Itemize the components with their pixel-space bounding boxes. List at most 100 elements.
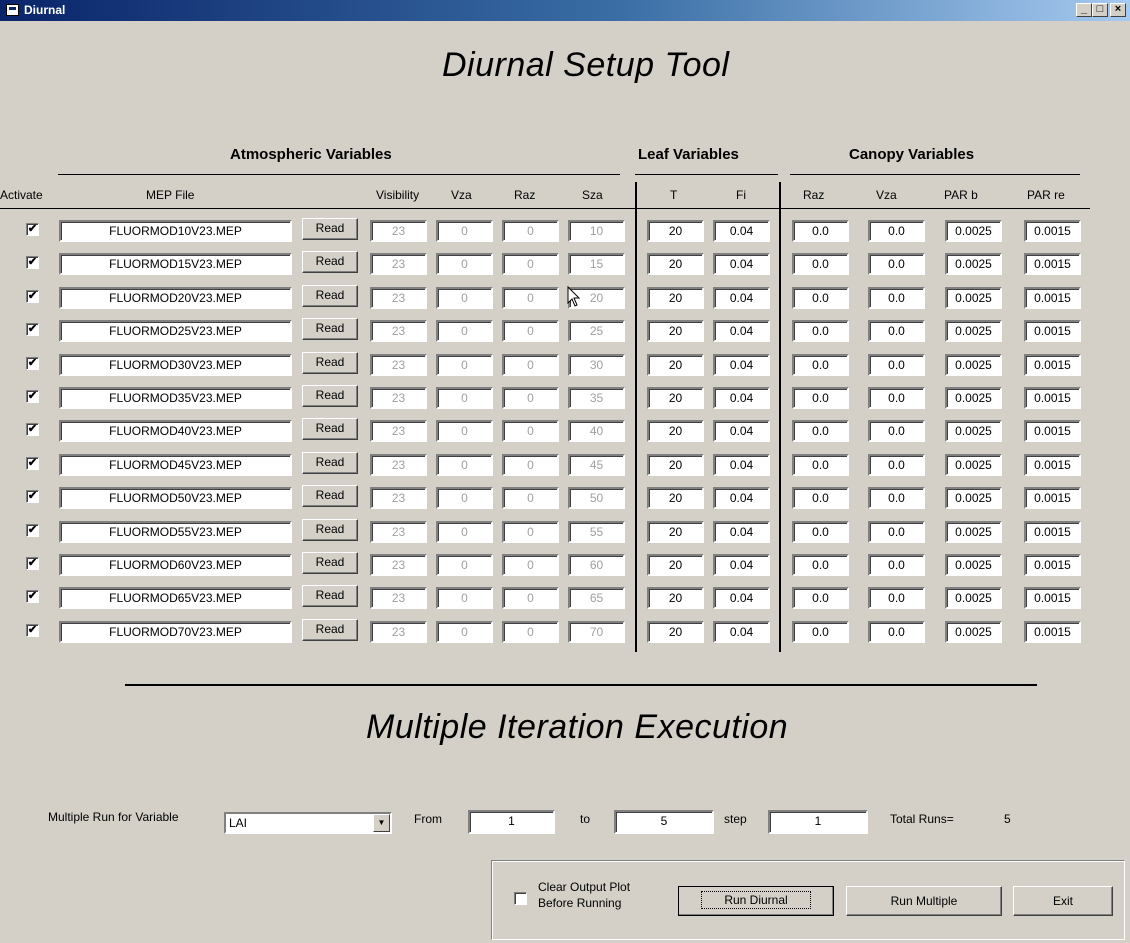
vza-input[interactable]: 0: [436, 487, 493, 509]
par-b-input[interactable]: 0.0025: [945, 621, 1002, 643]
canopy-raz-input[interactable]: 0.0: [792, 454, 849, 476]
canopy-raz-input[interactable]: 0.0: [792, 487, 849, 509]
sza-input[interactable]: 65: [568, 587, 625, 609]
close-button[interactable]: ×: [1110, 3, 1126, 17]
vza-input[interactable]: 0: [436, 621, 493, 643]
sza-input[interactable]: 30: [568, 354, 625, 376]
fi-input[interactable]: 0.04: [713, 621, 770, 643]
sza-input[interactable]: 55: [568, 521, 625, 543]
par-re-input[interactable]: 0.0015: [1024, 420, 1081, 442]
sza-input[interactable]: 25: [568, 320, 625, 342]
vza-input[interactable]: 0: [436, 454, 493, 476]
canopy-vza-input[interactable]: 0.0: [868, 621, 925, 643]
read-button[interactable]: Read: [302, 585, 358, 607]
par-b-input[interactable]: 0.0025: [945, 587, 1002, 609]
t-input[interactable]: 20: [647, 220, 704, 242]
visibility-input[interactable]: 23: [370, 621, 427, 643]
sza-input[interactable]: 10: [568, 220, 625, 242]
sza-input[interactable]: 70: [568, 621, 625, 643]
read-button[interactable]: Read: [302, 485, 358, 507]
par-b-input[interactable]: 0.0025: [945, 220, 1002, 242]
visibility-input[interactable]: 23: [370, 454, 427, 476]
mep-file-input[interactable]: FLUORMOD45V23.MEP: [59, 454, 292, 476]
t-input[interactable]: 20: [647, 320, 704, 342]
par-b-input[interactable]: 0.0025: [945, 521, 1002, 543]
fi-input[interactable]: 0.04: [713, 521, 770, 543]
par-b-input[interactable]: 0.0025: [945, 354, 1002, 376]
mep-file-input[interactable]: FLUORMOD35V23.MEP: [59, 387, 292, 409]
vza-input[interactable]: 0: [436, 420, 493, 442]
read-button[interactable]: Read: [302, 619, 358, 641]
canopy-vza-input[interactable]: 0.0: [868, 554, 925, 576]
canopy-raz-input[interactable]: 0.0: [792, 287, 849, 309]
par-re-input[interactable]: 0.0015: [1024, 554, 1081, 576]
sza-input[interactable]: 15: [568, 253, 625, 275]
fi-input[interactable]: 0.04: [713, 454, 770, 476]
read-button[interactable]: Read: [302, 285, 358, 307]
raz-input[interactable]: 0: [502, 253, 559, 275]
fi-input[interactable]: 0.04: [713, 587, 770, 609]
t-input[interactable]: 20: [647, 521, 704, 543]
sza-input[interactable]: 40: [568, 420, 625, 442]
mep-file-input[interactable]: FLUORMOD10V23.MEP: [59, 220, 292, 242]
par-re-input[interactable]: 0.0015: [1024, 521, 1081, 543]
sza-input[interactable]: 60: [568, 554, 625, 576]
vza-input[interactable]: 0: [436, 287, 493, 309]
t-input[interactable]: 20: [647, 621, 704, 643]
par-re-input[interactable]: 0.0015: [1024, 253, 1081, 275]
canopy-vza-input[interactable]: 0.0: [868, 253, 925, 275]
par-b-input[interactable]: 0.0025: [945, 387, 1002, 409]
mep-file-input[interactable]: FLUORMOD50V23.MEP: [59, 487, 292, 509]
run-diurnal-button[interactable]: Run Diurnal: [678, 886, 834, 916]
raz-input[interactable]: 0: [502, 621, 559, 643]
read-button[interactable]: Read: [302, 318, 358, 340]
read-button[interactable]: Read: [302, 352, 358, 374]
vza-input[interactable]: 0: [436, 387, 493, 409]
fi-input[interactable]: 0.04: [713, 287, 770, 309]
canopy-raz-input[interactable]: 0.0: [792, 320, 849, 342]
par-re-input[interactable]: 0.0015: [1024, 387, 1081, 409]
vza-input[interactable]: 0: [436, 554, 493, 576]
activate-checkbox[interactable]: ✔: [26, 290, 39, 303]
activate-checkbox[interactable]: ✔: [26, 390, 39, 403]
visibility-input[interactable]: 23: [370, 420, 427, 442]
visibility-input[interactable]: 23: [370, 320, 427, 342]
par-b-input[interactable]: 0.0025: [945, 554, 1002, 576]
activate-checkbox[interactable]: ✔: [26, 590, 39, 603]
clear-output-checkbox[interactable]: [514, 892, 527, 905]
canopy-raz-input[interactable]: 0.0: [792, 253, 849, 275]
visibility-input[interactable]: 23: [370, 554, 427, 576]
canopy-raz-input[interactable]: 0.0: [792, 521, 849, 543]
par-b-input[interactable]: 0.0025: [945, 287, 1002, 309]
vza-input[interactable]: 0: [436, 587, 493, 609]
raz-input[interactable]: 0: [502, 420, 559, 442]
read-button[interactable]: Read: [302, 251, 358, 273]
read-button[interactable]: Read: [302, 552, 358, 574]
t-input[interactable]: 20: [647, 354, 704, 376]
vza-input[interactable]: 0: [436, 220, 493, 242]
visibility-input[interactable]: 23: [370, 287, 427, 309]
raz-input[interactable]: 0: [502, 220, 559, 242]
fi-input[interactable]: 0.04: [713, 354, 770, 376]
mep-file-input[interactable]: FLUORMOD40V23.MEP: [59, 420, 292, 442]
canopy-raz-input[interactable]: 0.0: [792, 420, 849, 442]
canopy-vza-input[interactable]: 0.0: [868, 454, 925, 476]
par-re-input[interactable]: 0.0015: [1024, 587, 1081, 609]
activate-checkbox[interactable]: ✔: [26, 524, 39, 537]
vza-input[interactable]: 0: [436, 521, 493, 543]
read-button[interactable]: Read: [302, 519, 358, 541]
canopy-vza-input[interactable]: 0.0: [868, 320, 925, 342]
raz-input[interactable]: 0: [502, 554, 559, 576]
read-button[interactable]: Read: [302, 418, 358, 440]
par-re-input[interactable]: 0.0015: [1024, 621, 1081, 643]
activate-checkbox[interactable]: ✔: [26, 457, 39, 470]
raz-input[interactable]: 0: [502, 521, 559, 543]
mep-file-input[interactable]: FLUORMOD25V23.MEP: [59, 320, 292, 342]
activate-checkbox[interactable]: ✔: [26, 323, 39, 336]
canopy-raz-input[interactable]: 0.0: [792, 354, 849, 376]
exit-button[interactable]: Exit: [1013, 886, 1113, 916]
activate-checkbox[interactable]: ✔: [26, 357, 39, 370]
t-input[interactable]: 20: [647, 253, 704, 275]
par-re-input[interactable]: 0.0015: [1024, 220, 1081, 242]
canopy-vza-input[interactable]: 0.0: [868, 354, 925, 376]
